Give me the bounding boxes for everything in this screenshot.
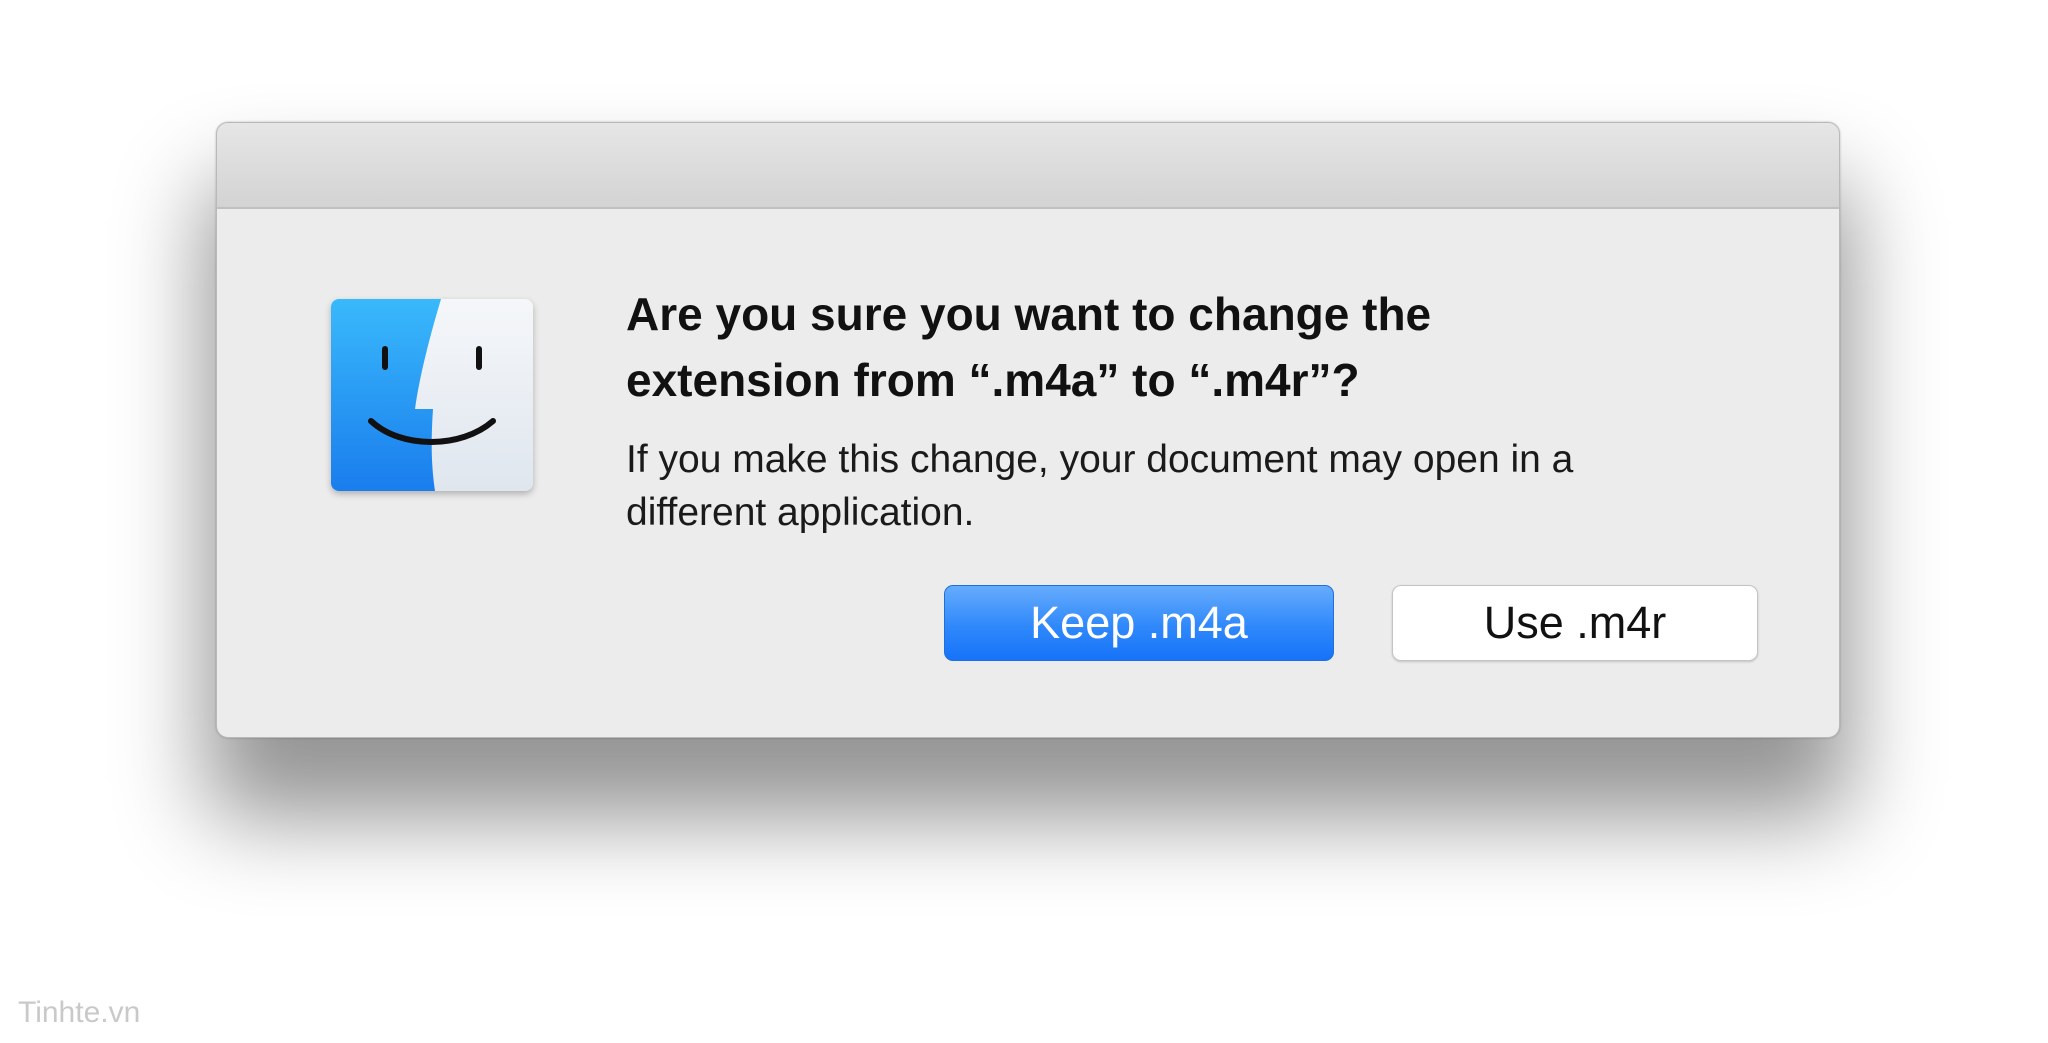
alert-dialog: Are you sure you want to change the exte… xyxy=(216,122,1840,738)
alert-message: If you make this change, your document m… xyxy=(626,433,1786,539)
alert-message-line: If you make this change, your document m… xyxy=(626,438,1574,481)
alert-title-line: extension from “.m4a” to “.m4r”? xyxy=(626,354,1360,406)
alert-title-line: Are you sure you want to change the xyxy=(626,288,1432,340)
use-m4r-button[interactable]: Use .m4r xyxy=(1392,585,1758,661)
dialog-titlebar xyxy=(217,123,1839,209)
watermark: Tinhte.vn xyxy=(18,996,141,1029)
alert-title: Are you sure you want to change the exte… xyxy=(626,281,1746,413)
finder-icon xyxy=(331,299,533,491)
keep-m4a-button[interactable]: Keep .m4a xyxy=(944,585,1334,661)
alert-message-line: different application. xyxy=(626,491,975,534)
